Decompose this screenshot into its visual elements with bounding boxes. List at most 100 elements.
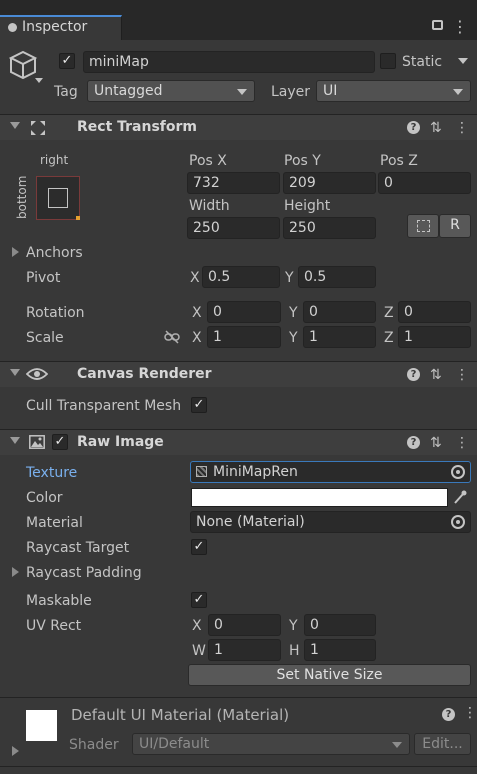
cull-transparent-mesh-checkbox[interactable]: ✓ [191,397,207,413]
context-menu-icon[interactable]: ⋮ [455,365,469,385]
material-fold-icon[interactable] [12,746,19,756]
constrain-proportions-link-icon[interactable] [164,330,180,344]
help-icon[interactable]: ? [407,368,420,381]
fold-arrow-icon[interactable] [10,437,20,444]
static-dropdown-arrow-icon[interactable] [458,58,468,64]
pivot-y-field[interactable]: 0.5 [298,266,376,288]
scale-x-field[interactable]: 1 [207,326,281,348]
scale-y-axis-label: Y [289,330,298,346]
eyedropper-icon[interactable] [453,489,467,505]
canvas-renderer-header-icons: ? ⇅ ⋮ [407,365,469,385]
uv-w-axis-label: W [192,643,206,659]
raycast-target-checkbox[interactable]: ✓ [191,539,207,555]
pos-y-field[interactable]: 209 [283,172,376,194]
lock-icon[interactable] [432,20,443,30]
layer-label: Layer [271,84,311,100]
static-label: Static [402,54,443,70]
static-checkbox[interactable] [380,53,396,69]
uv-h-field[interactable]: 1 [304,639,376,661]
object-name-field[interactable]: miniMap [83,51,375,73]
color-label: Color [26,490,63,506]
uv-w-field[interactable]: 1 [208,639,281,661]
shader-edit-button[interactable]: Edit... [414,733,471,755]
render-texture-icon [196,466,207,477]
object-picker-icon[interactable] [451,465,465,479]
blueprint-mode-button[interactable] [407,214,439,238]
uv-x-field[interactable]: 0 [208,614,281,636]
raw-image-header-icons: ? ⇅ ⋮ [407,433,469,453]
material-field[interactable]: None (Material) [190,511,471,533]
height-field[interactable]: 250 [283,217,376,239]
inspector-tab[interactable]: Inspector [0,15,122,40]
context-menu-icon[interactable]: ⋮ [455,433,469,453]
presets-icon[interactable]: ⇅ [430,365,442,385]
chevron-down-icon [453,89,463,95]
fold-arrow-icon[interactable] [10,122,20,129]
layer-dropdown[interactable]: UI [316,80,471,102]
pivot-y-axis-label: Y [285,270,294,286]
tag-value: Untagged [94,83,163,99]
presets-icon[interactable]: ⇅ [430,118,442,138]
material-preview-title: Default UI Material (Material) [71,706,290,724]
pivot-x-field[interactable]: 0.5 [202,266,280,288]
anchor-preset-h-label: right [40,153,69,167]
scale-z-field[interactable]: 1 [398,326,471,348]
raw-edit-label: R [450,217,460,233]
context-menu-icon[interactable]: ⋮ [455,118,469,138]
shader-label: Shader [69,737,119,753]
shader-dropdown[interactable]: UI/Default [132,733,410,755]
rect-transform-header[interactable]: Rect Transform ? ⇅ ⋮ [0,114,477,140]
inspector-tab-label: Inspector [22,19,88,35]
rotation-y-field[interactable]: 0 [303,301,376,323]
help-icon[interactable]: ? [442,708,455,721]
help-icon[interactable]: ? [407,436,420,449]
rotation-x-axis-label: X [192,305,202,321]
rect-transform-header-icons: ? ⇅ ⋮ [407,118,469,138]
tab-menu-icon[interactable]: ⋮ [452,17,468,36]
raycast-padding-label[interactable]: Raycast Padding [26,564,142,582]
texture-field[interactable]: MiniMapRen [190,461,471,483]
raw-image-header[interactable]: ✓ Raw Image ? ⇅ ⋮ [0,429,477,455]
raycast-padding-fold-icon[interactable] [12,567,19,577]
chevron-down-icon [237,89,247,95]
uv-y-field[interactable]: 0 [304,614,376,636]
color-swatch[interactable] [191,488,448,507]
set-native-size-button[interactable]: Set Native Size [188,664,471,686]
uv-h-axis-label: H [289,643,300,659]
context-menu-icon[interactable]: ⋮ [463,705,477,721]
shader-value: UI/Default [139,736,210,752]
active-checkbox[interactable]: ✓ [59,53,75,69]
object-picker-icon[interactable] [451,515,465,529]
height-label: Height [284,198,331,214]
presets-icon[interactable]: ⇅ [430,433,442,453]
tag-dropdown[interactable]: Untagged [87,80,255,102]
maskable-checkbox[interactable]: ✓ [191,592,207,608]
rotation-x-field[interactable]: 0 [207,301,281,323]
maskable-label: Maskable [26,593,92,609]
image-icon [29,435,45,449]
pos-x-label: Pos X [189,153,227,169]
raw-edit-button[interactable]: R [439,214,471,238]
anchor-presets-button[interactable] [36,176,80,220]
rotation-z-field[interactable]: 0 [398,301,471,323]
fold-arrow-icon[interactable] [10,369,20,376]
material-value: None (Material) [196,514,305,530]
blueprint-icon [417,220,430,232]
anchors-label[interactable]: Anchors [26,244,83,262]
width-field[interactable]: 250 [187,217,280,239]
rect-transform-icon [30,120,46,136]
anchors-fold-icon[interactable] [12,247,19,257]
gameobject-cube-icon[interactable] [8,50,43,90]
scale-y-field[interactable]: 1 [303,326,376,348]
material-preview-swatch[interactable] [26,710,57,741]
pos-z-field[interactable]: 0 [378,172,471,194]
help-icon[interactable]: ? [407,121,420,134]
raw-image-enabled-checkbox[interactable]: ✓ [52,434,68,450]
layer-value: UI [323,83,338,99]
pos-x-field[interactable]: 732 [187,172,280,194]
scale-z-axis-label: Z [384,330,394,346]
anchor-point-icon [76,216,80,220]
cull-transparent-mesh-label: Cull Transparent Mesh [26,398,182,414]
canvas-renderer-header[interactable]: Canvas Renderer ? ⇅ ⋮ [0,361,477,387]
eye-icon [25,366,49,382]
